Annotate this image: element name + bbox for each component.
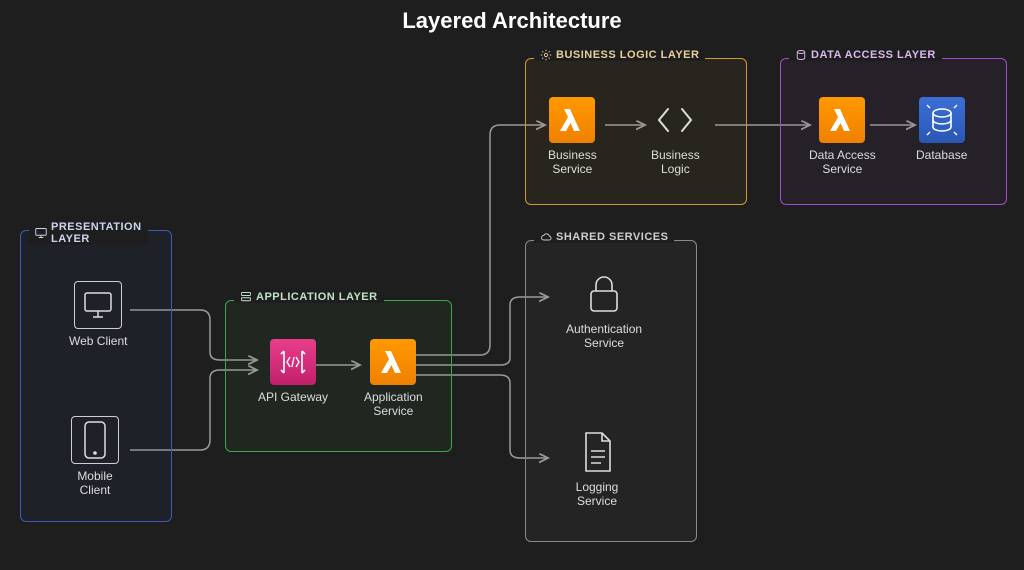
api-gateway-icon xyxy=(270,339,316,385)
application-service-label: Application Service xyxy=(364,391,423,419)
api-gateway-label: API Gateway xyxy=(258,391,328,405)
application-service-node: Application Service xyxy=(364,339,423,419)
cloud-icon xyxy=(540,231,552,243)
presentation-layer: PRESENTATION LAYER Web Client Mobile Cli… xyxy=(20,230,172,522)
shared-services-label: SHARED SERVICES xyxy=(556,231,668,243)
application-layer: APPLICATION LAYER API Gateway Applicatio… xyxy=(225,300,452,452)
code-icon xyxy=(652,97,698,143)
business-logic-layer-label: BUSINESS LOGIC LAYER xyxy=(556,49,699,61)
lambda-icon xyxy=(819,97,865,143)
lambda-icon xyxy=(370,339,416,385)
data-access-service-node: Data Access Service xyxy=(809,97,876,177)
monitor-icon xyxy=(74,281,122,329)
application-layer-label: APPLICATION LAYER xyxy=(256,291,378,303)
business-logic-layer: BUSINESS LOGIC LAYER Business Service Bu… xyxy=(525,58,747,205)
gear-icon xyxy=(540,49,552,61)
web-client-label: Web Client xyxy=(69,335,127,349)
monitor-icon xyxy=(35,227,47,239)
mobile-client-label: Mobile Client xyxy=(77,470,112,498)
data-access-layer: DATA ACCESS LAYER Data Access Service Da… xyxy=(780,58,1007,205)
lambda-icon xyxy=(549,97,595,143)
database-node: Database xyxy=(916,97,967,163)
business-service-label: Business Service xyxy=(548,149,597,177)
presentation-layer-label: PRESENTATION LAYER xyxy=(51,221,142,245)
auth-service-node: Authentication Service xyxy=(566,271,642,351)
auth-service-label: Authentication Service xyxy=(566,323,642,351)
api-gateway-node: API Gateway xyxy=(258,339,328,405)
diagram-title: Layered Architecture xyxy=(0,8,1024,34)
web-client-node: Web Client xyxy=(69,281,127,349)
logging-service-label: Logging Service xyxy=(576,481,619,509)
business-logic-label: Business Logic xyxy=(651,149,700,177)
business-logic-node: Business Logic xyxy=(651,97,700,177)
logging-service-node: Logging Service xyxy=(574,429,620,509)
data-access-service-label: Data Access Service xyxy=(809,149,876,177)
database-icon xyxy=(919,97,965,143)
phone-icon xyxy=(71,416,119,464)
database-label: Database xyxy=(916,149,967,163)
layers-icon xyxy=(240,291,252,303)
data-access-layer-label: DATA ACCESS LAYER xyxy=(811,49,936,61)
shared-services-layer: SHARED SERVICES Authentication Service L… xyxy=(525,240,697,542)
business-service-node: Business Service xyxy=(548,97,597,177)
database-icon xyxy=(795,49,807,61)
document-icon xyxy=(574,429,620,475)
diagram-canvas: Layered Architecture xyxy=(0,0,1024,570)
lock-icon xyxy=(581,271,627,317)
mobile-client-node: Mobile Client xyxy=(71,416,119,498)
